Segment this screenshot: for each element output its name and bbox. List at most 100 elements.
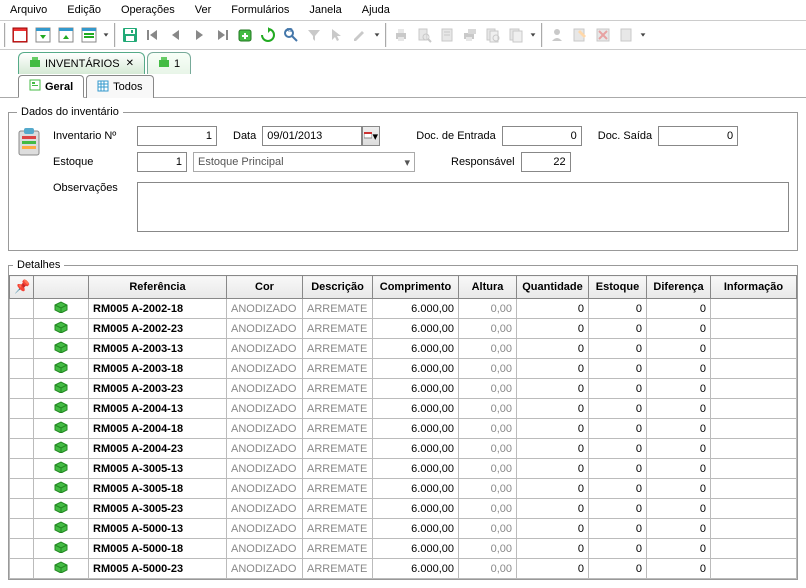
- subtab-geral[interactable]: Geral: [18, 75, 84, 98]
- menu-ver[interactable]: Ver: [185, 2, 222, 18]
- tab-label: 1: [174, 58, 180, 70]
- table-row[interactable]: RM005 A-3005-18ANODIZADOARREMATE6.000,00…: [10, 479, 797, 499]
- cell-pin: [10, 459, 34, 479]
- cursor-icon[interactable]: [326, 24, 348, 46]
- estoque-name: Estoque Principal: [198, 156, 284, 168]
- menu-operacoes[interactable]: Operações: [111, 2, 185, 18]
- th-descricao[interactable]: Descrição: [303, 276, 373, 299]
- menu-janela[interactable]: Janela: [299, 2, 351, 18]
- cell-descricao: ARREMATE: [303, 319, 373, 339]
- data-input[interactable]: [262, 126, 362, 146]
- estoque-num-input[interactable]: [137, 152, 187, 172]
- toolbar-dropdown-icon[interactable]: [372, 24, 382, 46]
- calendar-dropdown-icon[interactable]: ▾: [362, 126, 380, 146]
- th-altura[interactable]: Altura: [459, 276, 517, 299]
- window-grid-icon[interactable]: [78, 24, 100, 46]
- search-icon[interactable]: AB: [280, 24, 302, 46]
- save-icon[interactable]: [119, 24, 141, 46]
- responsavel-input[interactable]: [521, 152, 571, 172]
- filter-icon[interactable]: [303, 24, 325, 46]
- th-pin[interactable]: 📌: [10, 276, 34, 299]
- cell-referencia: RM005 A-2002-18: [89, 299, 227, 319]
- window-up-icon[interactable]: [55, 24, 77, 46]
- compose-icon[interactable]: [569, 24, 591, 46]
- cell-quantidade: 0: [517, 479, 589, 499]
- doc-entrada-input[interactable]: [502, 126, 582, 146]
- table-row[interactable]: RM005 A-2002-23ANODIZADOARREMATE6.000,00…: [10, 319, 797, 339]
- menu-edicao[interactable]: Edição: [57, 2, 111, 18]
- th-informacao[interactable]: Informação: [711, 276, 797, 299]
- table-row[interactable]: RM005 A-2004-18ANODIZADOARREMATE6.000,00…: [10, 419, 797, 439]
- page-icon[interactable]: [436, 24, 458, 46]
- cell-diferenca: 0: [647, 499, 711, 519]
- user-icon[interactable]: [546, 24, 568, 46]
- cell-cor: ANODIZADO: [227, 299, 303, 319]
- document-icon[interactable]: [615, 24, 637, 46]
- subtab-todos[interactable]: Todos: [86, 75, 153, 98]
- next-icon[interactable]: [188, 24, 210, 46]
- th-icon[interactable]: [34, 276, 89, 299]
- first-icon[interactable]: [142, 24, 164, 46]
- menu-arquivo[interactable]: Arquivo: [0, 2, 57, 18]
- preview-all-icon[interactable]: [482, 24, 504, 46]
- th-quantidade[interactable]: Quantidade: [517, 276, 589, 299]
- menu-ajuda[interactable]: Ajuda: [352, 2, 400, 18]
- table-row[interactable]: RM005 A-2004-13ANODIZADOARREMATE6.000,00…: [10, 399, 797, 419]
- last-icon[interactable]: [211, 24, 233, 46]
- table-row[interactable]: RM005 A-5000-13ANODIZADOARREMATE6.000,00…: [10, 519, 797, 539]
- table-row[interactable]: RM005 A-2003-23ANODIZADOARREMATE6.000,00…: [10, 379, 797, 399]
- th-referencia[interactable]: Referência: [89, 276, 227, 299]
- toolbar-dropdown-icon[interactable]: [638, 24, 648, 46]
- cancel-icon[interactable]: [592, 24, 614, 46]
- prev-icon[interactable]: [165, 24, 187, 46]
- cell-quantidade: 0: [517, 339, 589, 359]
- cell-comprimento: 6.000,00: [373, 499, 459, 519]
- main-tabbar: INVENTÁRIOS ✕ 1: [0, 52, 806, 74]
- toolbar-dropdown-icon[interactable]: [528, 24, 538, 46]
- cell-informacao: [711, 399, 797, 419]
- th-comprimento[interactable]: Comprimento: [373, 276, 459, 299]
- subtab-label: Todos: [113, 81, 142, 93]
- print-all-icon[interactable]: [459, 24, 481, 46]
- cell-informacao: [711, 419, 797, 439]
- doc-saida-input[interactable]: [658, 126, 738, 146]
- table-row[interactable]: RM005 A-5000-23ANODIZADOARREMATE6.000,00…: [10, 559, 797, 579]
- pin-icon: 📌: [14, 279, 30, 294]
- window-new-icon[interactable]: [9, 24, 31, 46]
- add-icon[interactable]: [234, 24, 256, 46]
- table-row[interactable]: RM005 A-3005-13ANODIZADOARREMATE6.000,00…: [10, 459, 797, 479]
- estoque-dropdown[interactable]: Estoque Principal ▾: [193, 152, 415, 172]
- table-row[interactable]: RM005 A-2003-18ANODIZADOARREMATE6.000,00…: [10, 359, 797, 379]
- table-row[interactable]: RM005 A-5000-18ANODIZADOARREMATE6.000,00…: [10, 539, 797, 559]
- th-cor[interactable]: Cor: [227, 276, 303, 299]
- observacoes-input[interactable]: [137, 182, 789, 232]
- table-row[interactable]: RM005 A-2002-18ANODIZADOARREMATE6.000,00…: [10, 299, 797, 319]
- edit-icon[interactable]: [349, 24, 371, 46]
- pages-icon[interactable]: [505, 24, 527, 46]
- window-down-icon[interactable]: [32, 24, 54, 46]
- tab-inventarios[interactable]: INVENTÁRIOS ✕: [18, 52, 145, 74]
- table-row[interactable]: RM005 A-3005-23ANODIZADOARREMATE6.000,00…: [10, 499, 797, 519]
- tab-1[interactable]: 1: [147, 52, 191, 74]
- inventario-input[interactable]: [137, 126, 217, 146]
- cell-estoque: 0: [589, 479, 647, 499]
- menu-formularios[interactable]: Formulários: [221, 2, 299, 18]
- cell-estoque: 0: [589, 399, 647, 419]
- cell-quantidade: 0: [517, 559, 589, 579]
- preview-icon[interactable]: [413, 24, 435, 46]
- th-estoque[interactable]: Estoque: [589, 276, 647, 299]
- close-icon[interactable]: ✕: [126, 58, 134, 69]
- cell-pin: [10, 359, 34, 379]
- table-row[interactable]: RM005 A-2004-23ANODIZADOARREMATE6.000,00…: [10, 439, 797, 459]
- doc-saida-label: Doc. Saída: [598, 130, 652, 142]
- cell-estoque: 0: [589, 439, 647, 459]
- th-diferenca[interactable]: Diferença: [647, 276, 711, 299]
- refresh-icon[interactable]: [257, 24, 279, 46]
- cell-diferenca: 0: [647, 359, 711, 379]
- cell-quantidade: 0: [517, 519, 589, 539]
- table-row[interactable]: RM005 A-2003-13ANODIZADOARREMATE6.000,00…: [10, 339, 797, 359]
- print-icon[interactable]: [390, 24, 412, 46]
- product-icon: [53, 541, 69, 556]
- toolbar-dropdown-icon[interactable]: [101, 24, 111, 46]
- cell-pin: [10, 539, 34, 559]
